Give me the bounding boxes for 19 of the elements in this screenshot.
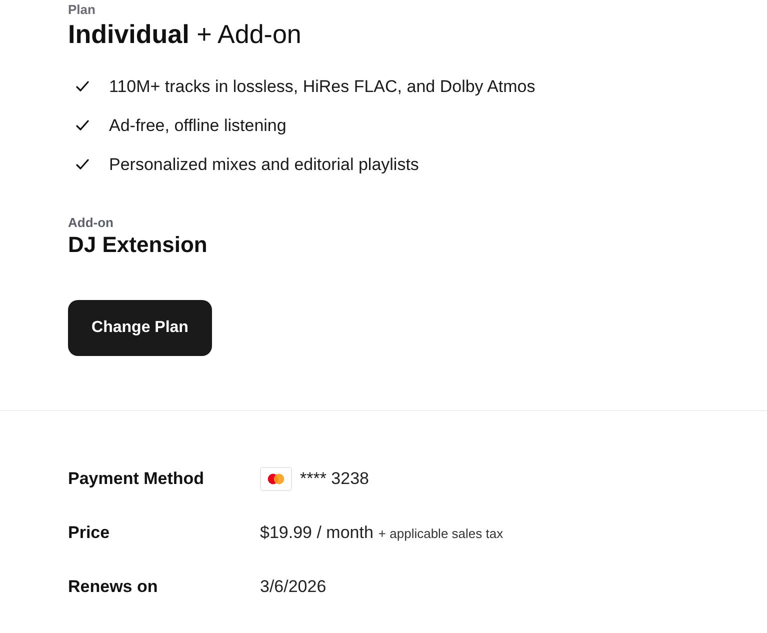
price-value: $19.99 / month <box>260 522 374 544</box>
card-brand-icon <box>260 467 292 491</box>
plan-label: Plan <box>68 2 96 18</box>
card-number: **** 3238 <box>300 468 370 490</box>
plan-title: Individual + Add-on <box>68 18 302 50</box>
detail-label: Price <box>68 522 111 544</box>
renewal-date: 3/6/2026 <box>260 576 326 598</box>
feature-text: 110M+ tracks in lossless, HiRes FLAC, and Dolby Atmos <box>109 76 536 98</box>
addon-label: Add-on <box>68 215 114 231</box>
check-icon <box>76 159 89 170</box>
feature-text: Personalized mixes and editorial playlists <box>109 154 419 176</box>
change-plan-button[interactable]: Change Plan <box>68 300 212 356</box>
detail-label: Payment Method <box>68 468 206 490</box>
feature-text: Ad-free, offline listening <box>109 114 286 137</box>
tax-note: + applicable sales tax <box>378 525 504 544</box>
check-icon <box>76 81 89 92</box>
check-icon <box>76 120 89 131</box>
addon-name: DJ Extension <box>68 231 208 259</box>
detail-label: Renews on <box>68 576 159 598</box>
